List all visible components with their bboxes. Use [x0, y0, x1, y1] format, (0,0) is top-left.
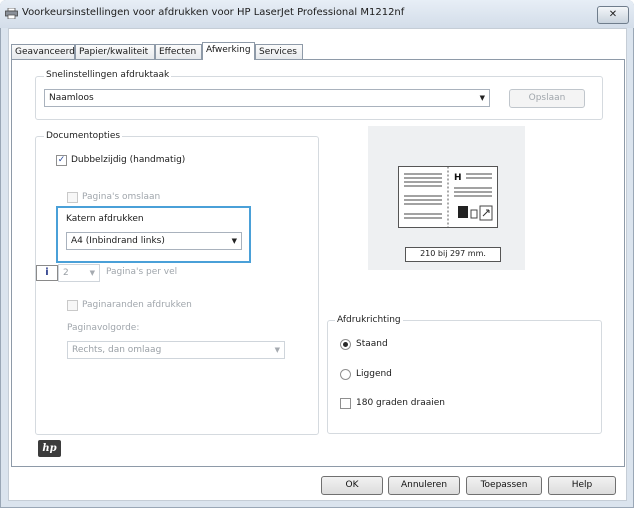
booklet-preview-image: H — [398, 166, 498, 228]
quick-sets-combo[interactable]: Naamloos ▼ — [44, 89, 490, 107]
booklet-value: A4 (Inbindrand links) — [71, 236, 165, 246]
chevron-down-icon: ▼ — [231, 237, 237, 245]
paper-size-label: 210 bij 297 mm. — [405, 247, 501, 262]
hp-logo: hp — [38, 440, 61, 457]
tab-effects[interactable]: Effecten — [155, 44, 202, 59]
orientation-label: Afdrukrichting — [335, 315, 403, 325]
title-bar: Voorkeursinstellingen voor afdrukken voo… — [0, 0, 634, 28]
booklet-label: Katern afdrukken — [66, 214, 144, 224]
page-borders-checkbox[interactable] — [67, 300, 78, 311]
chevron-down-icon: ▼ — [274, 346, 280, 354]
ok-button[interactable]: OK — [321, 476, 383, 495]
landscape-radio[interactable] — [340, 369, 351, 380]
rotate-180-checkbox[interactable] — [340, 398, 351, 409]
portrait-radio[interactable] — [340, 339, 351, 350]
page-order-value: Rechts, dan omlaag — [72, 345, 162, 355]
radio-selected-dot — [343, 342, 348, 347]
page-order-label: Paginavolgorde: — [67, 323, 140, 333]
page-borders-label: Paginaranden afdrukken — [82, 300, 192, 310]
chevron-down-icon: ▼ — [479, 94, 485, 102]
duplex-label: Dubbelzijdig (handmatig) — [71, 155, 186, 165]
tab-services[interactable]: Services — [255, 44, 303, 59]
booklet-combo[interactable]: A4 (Inbindrand links) ▼ — [66, 232, 242, 250]
chevron-down-icon: ▼ — [89, 269, 95, 277]
apply-button[interactable]: Toepassen — [466, 476, 542, 495]
quick-sets-label: Snelinstellingen afdruktaak — [44, 70, 172, 80]
pages-per-sheet-value: 2 — [63, 268, 69, 278]
flip-pages-label: Pagina's omslaan — [82, 192, 161, 202]
pages-per-sheet-combo[interactable]: 2 ▼ — [58, 264, 100, 282]
flip-pages-checkbox[interactable] — [67, 192, 78, 203]
landscape-label: Liggend — [356, 369, 392, 379]
tab-finishing[interactable]: Afwerking — [202, 42, 255, 60]
page-order-combo[interactable]: Rechts, dan omlaag ▼ — [67, 341, 285, 359]
pages-per-sheet-label: Pagina's per vel — [106, 267, 178, 277]
printer-icon — [5, 8, 18, 19]
info-icon: i — [36, 265, 58, 281]
tab-advanced[interactable]: Geavanceerd — [11, 44, 75, 59]
close-button[interactable]: ✕ — [597, 6, 629, 24]
portrait-label: Staand — [356, 339, 388, 349]
cancel-button[interactable]: Annuleren — [388, 476, 460, 495]
window-title: Voorkeursinstellingen voor afdrukken voo… — [22, 7, 405, 18]
help-button[interactable]: Help — [548, 476, 616, 495]
document-options-label: Documentopties — [44, 131, 123, 141]
quick-sets-value: Naamloos — [49, 93, 94, 103]
rotate-180-label: 180 graden draaien — [356, 398, 445, 408]
save-button[interactable]: Opslaan — [509, 89, 585, 108]
duplex-checkbox[interactable]: ✓ — [56, 155, 67, 166]
svg-text:H: H — [454, 173, 462, 183]
document-options-group — [35, 136, 319, 435]
tab-paper-quality[interactable]: Papier/kwaliteit — [75, 44, 155, 59]
